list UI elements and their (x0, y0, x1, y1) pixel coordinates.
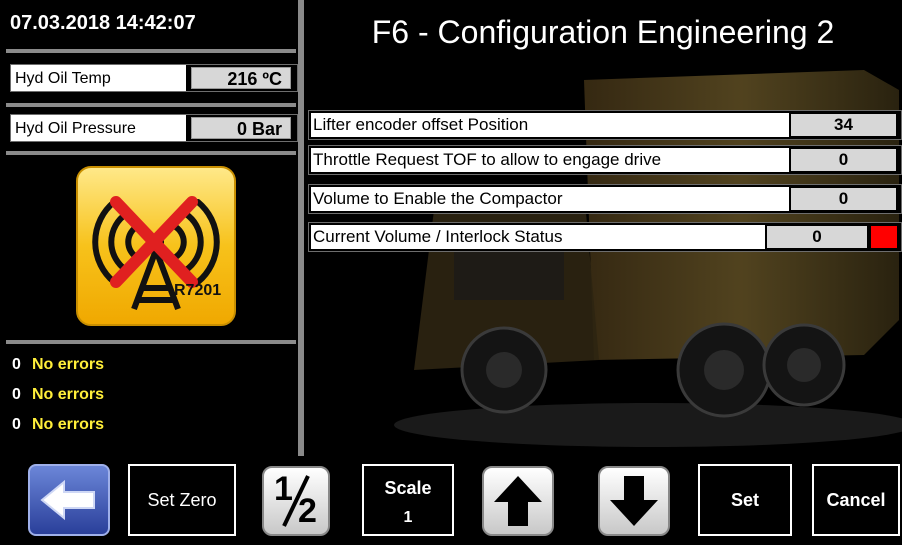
scroll-up-button[interactable] (482, 466, 554, 536)
param-label: Throttle Request TOF to allow to engage … (311, 148, 789, 172)
arrow-left-icon (40, 479, 95, 521)
param-volume-enable-compactor[interactable]: Volume to Enable the Compactor 0 (308, 184, 902, 214)
bottom-toolbar: Set Zero 1 2 Scale 1 Set Cancel (0, 456, 902, 545)
hyd-oil-pressure-readout: Hyd Oil Pressure 0 Bar (10, 114, 298, 142)
scale-button[interactable]: Scale 1 (362, 464, 454, 536)
error-text: No errors (32, 416, 105, 433)
button-label: Set (730, 490, 759, 510)
param-lifter-encoder-offset[interactable]: Lifter encoder offset Position 34 (308, 110, 902, 140)
back-button[interactable] (28, 464, 110, 536)
param-label: Volume to Enable the Compactor (311, 187, 789, 211)
error-count: 0 (12, 416, 21, 433)
set-zero-button[interactable]: Set Zero (128, 464, 236, 536)
datetime: 07.03.2018 14:42:07 (10, 12, 196, 34)
param-label: Lifter encoder offset Position (311, 113, 789, 137)
readout-label: Hyd Oil Pressure (11, 115, 186, 141)
half-step-button[interactable]: 1 2 (262, 466, 330, 536)
radio-tower-disabled-icon: R7201 (74, 164, 238, 328)
fraction-slash-icon (282, 475, 310, 527)
param-label: Current Volume / Interlock Status (311, 225, 765, 249)
param-value[interactable]: 34 (791, 114, 896, 136)
scale-label: Scale (384, 478, 432, 498)
param-value[interactable]: 0 (767, 226, 867, 248)
button-label: Set Zero (147, 490, 217, 510)
error-count: 0 (12, 386, 21, 403)
param-value[interactable]: 0 (791, 188, 896, 210)
readout-value: 0 Bar (191, 117, 291, 139)
button-label: Cancel (826, 490, 886, 510)
main-panel: F6 - Configuration Engineering 2 Lifter … (304, 0, 902, 456)
cancel-button[interactable]: Cancel (812, 464, 900, 536)
set-button[interactable]: Set (698, 464, 792, 536)
scale-value: 1 (403, 509, 413, 526)
divider (6, 103, 296, 107)
divider (6, 340, 296, 344)
error-row: 0 No errors (12, 356, 104, 374)
error-row: 0 No errors (12, 416, 104, 434)
interlock-status-indicator (871, 226, 897, 248)
half-denominator: 2 (298, 492, 317, 530)
error-row: 0 No errors (12, 386, 104, 404)
scroll-down-button[interactable] (598, 466, 670, 536)
radio-id-badge: R7201 (174, 282, 222, 299)
left-status-panel: 07.03.2018 14:42:07 Hyd Oil Temp 216 ºC … (0, 0, 300, 456)
page-title: F6 - Configuration Engineering 2 (371, 14, 835, 50)
readout-value: 216 ºC (191, 67, 291, 89)
arrow-down-icon (610, 476, 658, 526)
param-current-volume-interlock[interactable]: Current Volume / Interlock Status 0 (308, 222, 902, 252)
readout-label: Hyd Oil Temp (11, 65, 186, 91)
param-value[interactable]: 0 (791, 149, 896, 171)
error-count: 0 (12, 356, 21, 373)
arrow-up-icon (494, 476, 542, 526)
hyd-oil-temp-readout: Hyd Oil Temp 216 ºC (10, 64, 298, 92)
error-text: No errors (32, 356, 105, 373)
param-throttle-request-tof[interactable]: Throttle Request TOF to allow to engage … (308, 145, 902, 175)
divider (6, 49, 296, 53)
error-text: No errors (32, 386, 105, 403)
divider (6, 151, 296, 155)
